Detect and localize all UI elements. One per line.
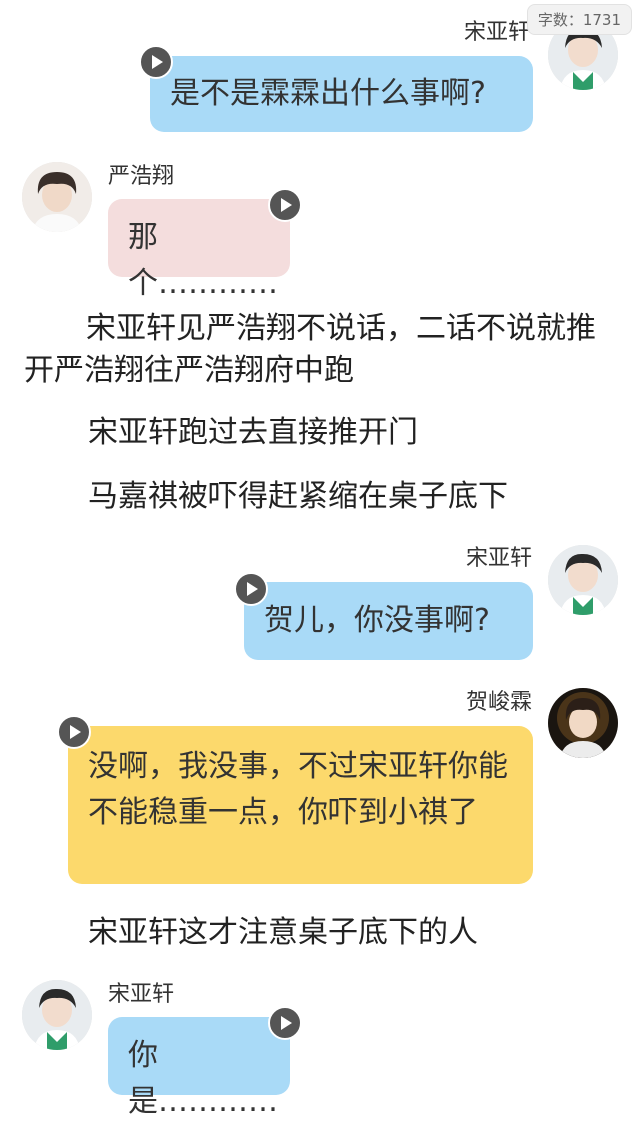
play-icon[interactable] (139, 45, 173, 79)
message-bubble[interactable]: 那个………… (108, 199, 290, 301)
message-bubble[interactable]: 你是………… (108, 1017, 290, 1119)
word-count-badge: 字数：1731 (526, 4, 632, 35)
narration-text: 马嘉祺被吓得赶紧缩在桌子底下 (88, 479, 508, 514)
message-text: 是不是霖霖出什么事啊? (170, 76, 486, 111)
avatar-hejunlin[interactable] (548, 688, 618, 758)
avatar-yanhaoxiang[interactable] (22, 162, 92, 232)
sender-name: 宋亚轩 (465, 546, 532, 571)
narration-text: 宋亚轩跑过去直接推开门 (88, 415, 418, 450)
play-icon[interactable] (57, 715, 91, 749)
message-text: 没啊，我没事，不过宋亚轩你能不能稳重一点，你吓到小祺了 (88, 749, 508, 830)
message-text: 你是………… (128, 1038, 278, 1119)
message-bubble[interactable]: 没啊，我没事，不过宋亚轩你能不能稳重一点，你吓到小祺了 (68, 726, 533, 884)
sender-name: 严浩翔 (108, 164, 175, 189)
avatar-songyaxuan[interactable] (22, 980, 92, 1050)
play-icon[interactable] (234, 572, 268, 606)
message-bubble[interactable]: 贺儿，你没事啊? (244, 582, 533, 660)
play-icon[interactable] (268, 188, 302, 222)
narration-text: 宋亚轩见严浩翔不说话，二话不说就推开严浩翔往严浩翔府中跑 (24, 311, 596, 388)
play-icon[interactable] (268, 1006, 302, 1040)
sender-name: 宋亚轩 (108, 982, 175, 1007)
sender-name: 宋亚轩 (463, 20, 530, 45)
message-text: 那个………… (128, 220, 278, 301)
message-bubble[interactable]: 是不是霖霖出什么事啊? (150, 56, 533, 132)
message-text: 贺儿，你没事啊? (264, 603, 490, 638)
narration-text: 宋亚轩这才注意桌子底下的人 (88, 915, 478, 950)
sender-name: 贺峻霖 (465, 690, 532, 715)
avatar-songyaxuan[interactable] (548, 545, 618, 615)
